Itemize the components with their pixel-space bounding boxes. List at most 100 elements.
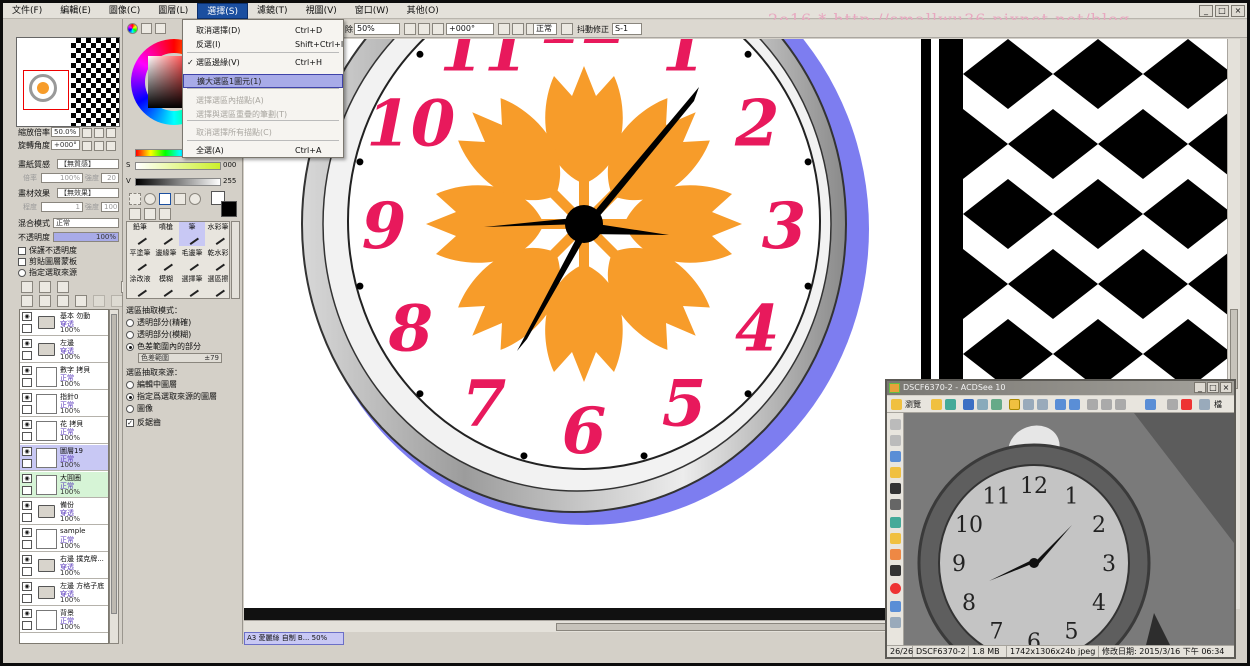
eye-icon[interactable]: ◉ <box>22 447 32 456</box>
paper-texture-select[interactable]: 【無質感】 <box>57 159 119 169</box>
rotate-right-icon[interactable] <box>512 23 524 35</box>
lock-checkbox[interactable] <box>22 513 32 522</box>
protect-opacity-checkbox[interactable] <box>18 246 26 255</box>
zoom-fit-icon[interactable] <box>106 128 116 138</box>
eye-icon[interactable]: ◉ <box>22 582 32 591</box>
side-tool-8-icon[interactable] <box>890 533 901 544</box>
eye-icon[interactable]: ◉ <box>22 609 32 618</box>
side-tool-5-icon[interactable] <box>890 483 901 494</box>
select-menu-item[interactable]: 取消選擇(D) Ctrl+D <box>183 24 343 38</box>
side-tool-13-icon[interactable] <box>890 617 901 628</box>
delete-layer-icon[interactable] <box>75 295 87 307</box>
brush-grid-scrollbar[interactable] <box>231 221 240 299</box>
menu-canvas[interactable]: 圖像(C) <box>100 3 149 19</box>
layer-row[interactable]: ◉ 背景 正常 100% <box>20 607 108 633</box>
brush-tool[interactable]: 模糊 <box>153 274 179 298</box>
viewer-side-label[interactable]: 檔 <box>1214 399 1222 410</box>
merge-layer-icon[interactable] <box>39 295 51 307</box>
source-radio-designated-layer[interactable] <box>126 392 134 401</box>
zoom-minus-icon[interactable] <box>82 128 92 138</box>
minimize-button[interactable]: _ <box>1199 5 1213 17</box>
eye-icon[interactable]: ◉ <box>22 501 32 510</box>
zoom-fit-viewer-icon[interactable] <box>1115 399 1126 410</box>
layer-list-scrollbar[interactable] <box>109 309 119 644</box>
refresh-icon[interactable] <box>945 399 956 410</box>
zoom-reset-icon[interactable] <box>432 23 444 35</box>
eye-icon[interactable]: ◉ <box>22 555 32 564</box>
menu-view[interactable]: 視圖(V) <box>297 3 346 19</box>
lock-checkbox[interactable] <box>22 378 32 387</box>
eyedropper-icon[interactable] <box>159 208 171 220</box>
clear-layer-icon[interactable] <box>57 295 69 307</box>
side-tool-10-icon[interactable] <box>890 565 901 576</box>
side-tool-1-icon[interactable] <box>890 419 901 430</box>
copy-icon[interactable] <box>977 399 988 410</box>
side-tool-4-icon[interactable] <box>890 467 901 478</box>
highlight-icon[interactable] <box>1009 399 1020 410</box>
layer-scroll-thumb[interactable] <box>111 314 117 614</box>
lock-checkbox[interactable] <box>22 621 32 630</box>
menu-select[interactable]: 選擇(S) <box>197 3 249 19</box>
source-radio-current-layer[interactable] <box>126 380 134 389</box>
lock-checkbox[interactable] <box>22 405 32 414</box>
effect-strength-value[interactable]: 100 <box>101 202 119 212</box>
brush-effect-select[interactable]: 【無效果】 <box>57 188 119 198</box>
prev-icon[interactable] <box>1023 399 1034 410</box>
layer-row[interactable]: ◉ 左邊 方格子底 穿透 100% <box>20 580 108 606</box>
eye-icon[interactable]: ◉ <box>22 366 32 375</box>
brush-tool[interactable]: 涂改液 <box>127 274 153 298</box>
select-menu-item[interactable]: ✓ 選區邊緣(V) Ctrl+H <box>183 56 343 70</box>
brush-tool[interactable]: 乾水彩 <box>205 248 231 272</box>
layer-row[interactable]: ◉ sample 正常 100% <box>20 526 108 552</box>
layer-row[interactable]: ◉ 數字 拷貝 正常 100% <box>20 364 108 390</box>
lock-checkbox[interactable] <box>22 567 32 576</box>
eye-icon[interactable]: ◉ <box>22 528 32 537</box>
layer-row[interactable]: ◉ 花 拷貝 正常 100% <box>20 418 108 444</box>
side-tool-12-icon[interactable] <box>890 601 901 612</box>
viewer-close-button[interactable]: × <box>1220 382 1232 393</box>
layer-row[interactable]: ◉ 基本 勿動 穿透 100% <box>20 310 108 336</box>
layer-row[interactable]: ◉ 圖層19 正常 100% <box>20 445 108 471</box>
selection-source-radio[interactable] <box>18 268 26 277</box>
brush-tool[interactable]: 筆 <box>179 222 205 246</box>
side-tool-3-icon[interactable] <box>890 451 901 462</box>
eye-icon[interactable]: ◉ <box>22 339 32 348</box>
rotate-tool-icon[interactable] <box>129 208 141 220</box>
menu-filter[interactable]: 濾鏡(T) <box>248 3 297 19</box>
value-slider[interactable] <box>135 178 221 186</box>
select-menu-item[interactable]: 全選(A) Ctrl+A <box>183 144 343 158</box>
download-icon[interactable] <box>1145 399 1156 410</box>
rotate-reset-icon[interactable] <box>106 141 116 151</box>
lock-checkbox[interactable] <box>22 540 32 549</box>
eye-icon[interactable]: ◉ <box>22 393 32 402</box>
brush-tool[interactable]: 邊緣筆 <box>153 248 179 272</box>
canvas-scroll-thumb[interactable] <box>556 623 894 631</box>
image-icon[interactable] <box>991 399 1002 410</box>
lock-checkbox[interactable] <box>22 351 32 360</box>
lock-checkbox[interactable] <box>22 432 32 441</box>
document-tab[interactable]: A3 愛麗絲 自制 B... 50% <box>244 632 344 645</box>
vertical-scroll-thumb[interactable] <box>1230 309 1238 389</box>
mode-radio-fuzzy[interactable] <box>126 330 134 339</box>
new-layer-icon[interactable] <box>21 281 33 293</box>
menu-layer[interactable]: 圖層(L) <box>149 3 197 19</box>
move-icon[interactable] <box>174 193 186 205</box>
zoom-tool-icon[interactable] <box>189 193 201 205</box>
color-range-slider[interactable]: 色差範圍 ±79 <box>138 353 222 363</box>
hsv-slider-tab-icon[interactable] <box>155 23 166 34</box>
eye-icon[interactable]: ◉ <box>22 420 32 429</box>
select-menu-item[interactable]: 反選(I) Shift+Ctrl+I <box>183 38 343 52</box>
clipping-mask-checkbox[interactable] <box>18 257 26 266</box>
menu-other[interactable]: 其他(O) <box>398 3 448 19</box>
rect-select-icon[interactable] <box>129 193 141 205</box>
layer-row[interactable]: ◉ 備份 穿透 100% <box>20 499 108 525</box>
select-menu-item[interactable]: 擴大選區1圖元(1) <box>183 74 343 88</box>
side-tool-2-icon[interactable] <box>890 435 901 446</box>
source-radio-image[interactable] <box>126 404 134 413</box>
viewer-photo[interactable]: 12 1 2 3 4 5 6 7 8 9 10 11 <box>904 413 1234 645</box>
lock-checkbox[interactable] <box>22 594 32 603</box>
select-menu-item[interactable]: 選擇與選區重疊的筆劃(T) <box>183 108 343 122</box>
zoom-out-viewer-icon[interactable] <box>1101 399 1112 410</box>
brush-tool[interactable]: 毛邊筆 <box>179 248 205 272</box>
tools-icon[interactable] <box>1167 399 1178 410</box>
